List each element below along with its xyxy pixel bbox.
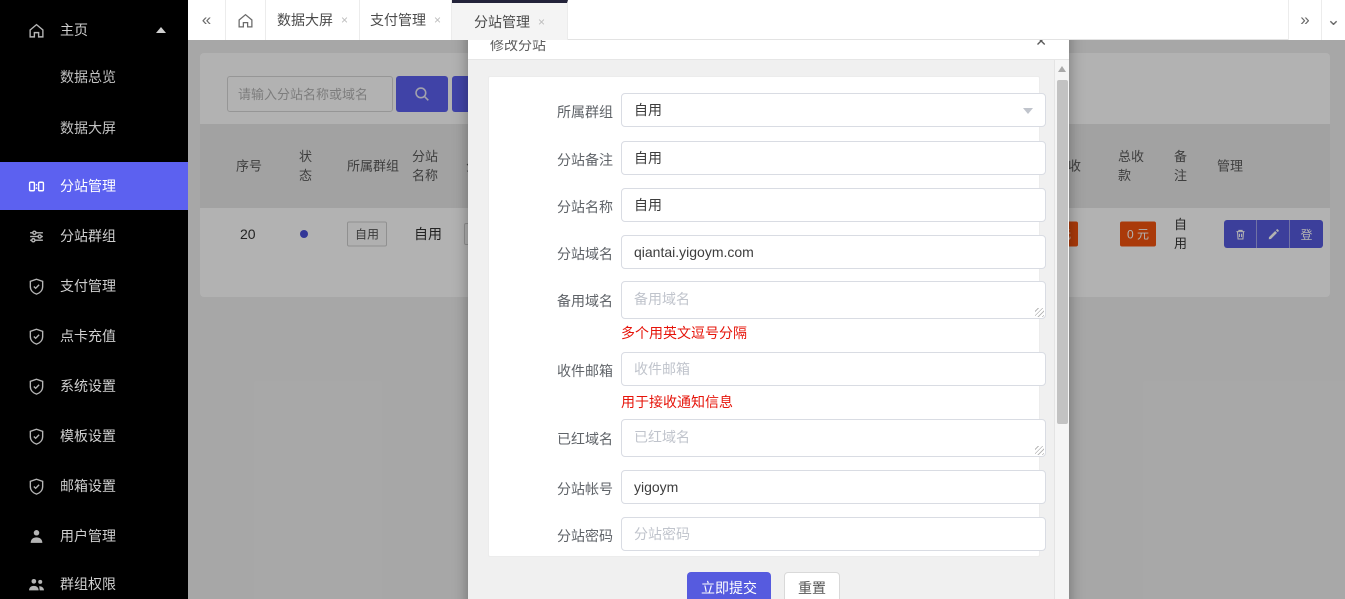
close-tab-icon[interactable]: × [341, 13, 348, 27]
sidebar-item-label: 模板设置 [60, 426, 116, 446]
group-select-value: 自用 [634, 102, 662, 118]
resize-handle-icon[interactable] [1035, 446, 1044, 455]
submit-button[interactable]: 立即提交 [687, 572, 771, 599]
collapse-up-icon [156, 27, 166, 33]
tab-data-screen[interactable]: 数据大屏 × [266, 0, 360, 40]
reset-button[interactable]: 重置 [784, 572, 840, 599]
field-label-password: 分站密码 [513, 526, 613, 546]
email-input[interactable] [621, 352, 1046, 386]
sidebar-item-data-screen[interactable]: 数据大屏 [0, 106, 188, 150]
tab-label: 支付管理 [370, 10, 426, 30]
shield-check-icon [28, 477, 46, 495]
sidebar-item-home[interactable]: 主页 [0, 8, 188, 52]
home-tab-button[interactable] [226, 0, 266, 40]
reset-button-label: 重置 [798, 580, 826, 596]
sidebar-item-substation-manage[interactable]: 分站管理 [0, 162, 188, 210]
shield-check-icon [28, 427, 46, 445]
tab-label: 分站管理 [474, 12, 530, 32]
double-chevron-right-icon: » [1300, 10, 1309, 30]
modal-form-card: 所属群组 自用 分站备注 分站名称 分站域名 备用域名 多个用英文逗号分隔 [488, 76, 1040, 557]
close-tab-icon[interactable]: × [434, 13, 441, 27]
shield-check-icon [28, 377, 46, 395]
sidebar-item-system-settings[interactable]: 系统设置 [0, 364, 188, 408]
tab-bar: « 数据大屏 × 支付管理 × 分站管理 × » ⌄ [188, 0, 1345, 40]
tab-payment-manage[interactable]: 支付管理 × [360, 0, 452, 40]
modal-scrollbar[interactable] [1054, 60, 1069, 599]
sidebar-item-label: 数据大屏 [60, 118, 116, 138]
field-label-group: 所属群组 [513, 102, 613, 122]
sidebar-item-substation-group[interactable]: 分站群组 [0, 214, 188, 258]
home-icon [28, 21, 46, 39]
sidebar-item-label: 数据总览 [60, 67, 116, 87]
tab-label: 数据大屏 [277, 10, 333, 30]
modules-icon [28, 177, 46, 195]
scroll-up-icon[interactable] [1058, 66, 1066, 72]
home-icon [237, 12, 254, 29]
sidebar-item-mail-settings[interactable]: 邮箱设置 [0, 464, 188, 508]
backup-domain-textarea[interactable] [621, 281, 1046, 319]
sliders-icon [28, 227, 46, 245]
password-input[interactable] [621, 517, 1046, 551]
modal-header: 修改分站 ✕ [468, 40, 1069, 60]
sidebar-item-card-recharge[interactable]: 点卡充值 [0, 314, 188, 358]
tabs-dropdown-button[interactable]: ⌄ [1322, 0, 1345, 40]
flagged-domain-textarea[interactable] [621, 419, 1046, 457]
domain-input[interactable] [621, 235, 1046, 269]
group-select[interactable]: 自用 [621, 93, 1046, 127]
app-window: 主页 数据总览 数据大屏 分站管理 分站群组 支付管理 [0, 0, 1345, 599]
email-hint: 用于接收通知信息 [621, 392, 733, 412]
field-label-flagged-domain: 已红域名 [513, 429, 613, 449]
account-input[interactable] [621, 470, 1046, 504]
sidebar-item-group-permission[interactable]: 群组权限 [0, 562, 188, 599]
backup-domain-hint: 多个用英文逗号分隔 [621, 323, 747, 343]
tabs-scroll-right-button[interactable]: » [1288, 0, 1322, 40]
users-icon [28, 575, 46, 593]
shield-check-icon [28, 277, 46, 295]
collapse-sidebar-button[interactable]: « [188, 0, 226, 40]
shield-check-icon [28, 327, 46, 345]
sidebar-item-label: 邮箱设置 [60, 476, 116, 496]
field-label-note: 分站备注 [513, 150, 613, 170]
field-label-backup-domain: 备用域名 [513, 291, 613, 311]
user-icon [28, 527, 46, 545]
sidebar-item-label: 用户管理 [60, 526, 116, 546]
sidebar-item-data-overview[interactable]: 数据总览 [0, 55, 188, 99]
sidebar-item-label: 群组权限 [60, 574, 116, 594]
sidebar-item-label: 分站群组 [60, 226, 116, 246]
sidebar-item-label: 点卡充值 [60, 326, 116, 346]
field-label-email: 收件邮箱 [513, 361, 613, 381]
content-area: 添加 序号 状态 所属群组 分站名称 分 收 总收款 备注 管理 20 自用 自… [188, 40, 1345, 599]
field-label-site-name: 分站名称 [513, 197, 613, 217]
close-icon[interactable]: ✕ [1035, 40, 1047, 50]
chevron-down-icon [1023, 108, 1033, 114]
submit-button-label: 立即提交 [701, 580, 757, 596]
field-label-account: 分站帐号 [513, 479, 613, 499]
site-name-input[interactable] [621, 188, 1046, 222]
sidebar-item-payment-manage[interactable]: 支付管理 [0, 264, 188, 308]
sidebar-item-label: 主页 [60, 20, 88, 40]
double-chevron-left-icon: « [202, 10, 211, 30]
tab-substation-manage[interactable]: 分站管理 × [452, 0, 568, 40]
edit-substation-modal: 修改分站 ✕ 所属群组 自用 分站备注 分站名称 分站域名 [468, 40, 1069, 599]
sidebar: 主页 数据总览 数据大屏 分站管理 分站群组 支付管理 [0, 0, 188, 599]
close-tab-icon[interactable]: × [538, 15, 545, 29]
chevron-down-icon: ⌄ [1326, 10, 1340, 30]
note-input[interactable] [621, 141, 1046, 175]
scrollbar-thumb[interactable] [1057, 80, 1068, 424]
modal-title: 修改分站 [490, 40, 546, 55]
sidebar-item-user-manage[interactable]: 用户管理 [0, 514, 188, 558]
sidebar-item-label: 分站管理 [60, 176, 116, 196]
sidebar-item-template-settings[interactable]: 模板设置 [0, 414, 188, 458]
field-label-domain: 分站域名 [513, 244, 613, 264]
sidebar-item-label: 支付管理 [60, 276, 116, 296]
sidebar-item-label: 系统设置 [60, 376, 116, 396]
resize-handle-icon[interactable] [1035, 308, 1044, 317]
